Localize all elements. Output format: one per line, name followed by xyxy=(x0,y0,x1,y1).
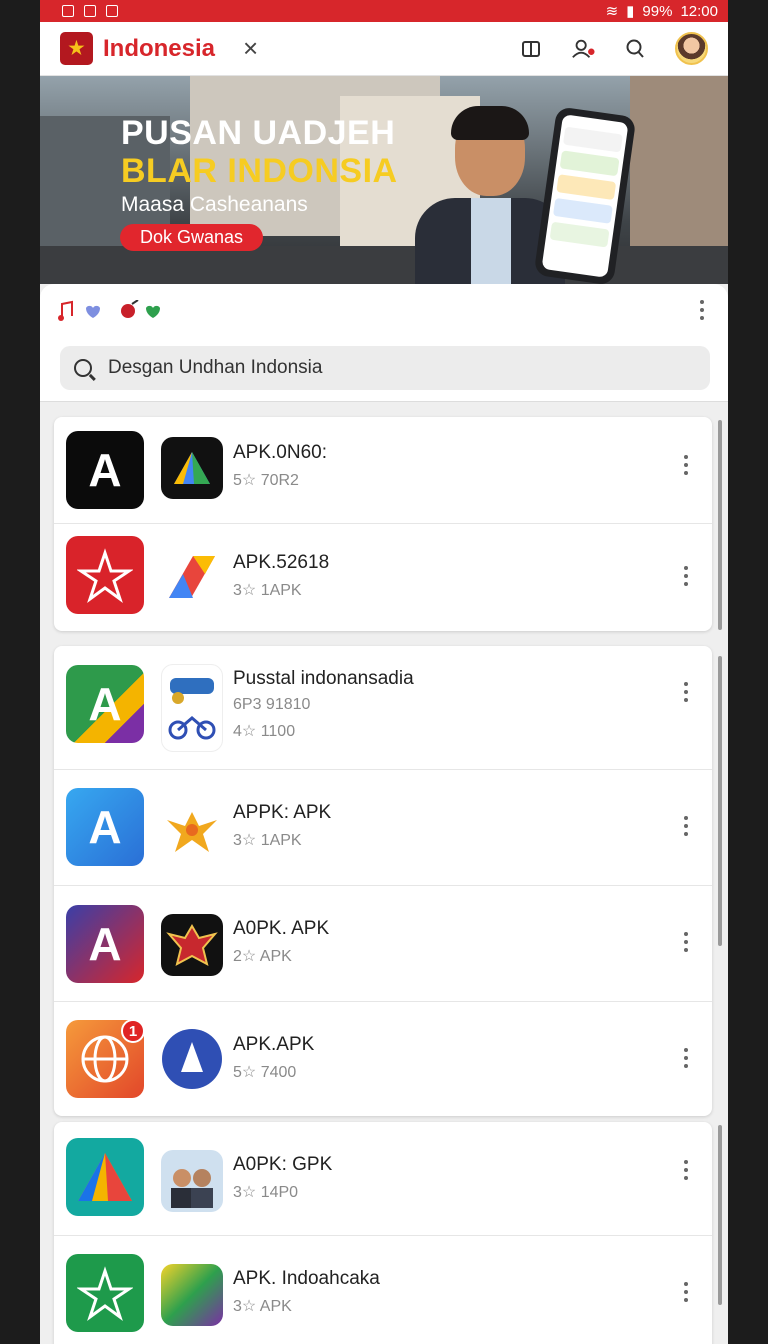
wifi-icon: ≋ xyxy=(605,3,619,20)
promo-banner[interactable]: PUSAN UADJEH BLAR INDONSIA Maasa Cashean… xyxy=(40,76,728,284)
app-card: A Pusstal indonansadia 6P3 91810 4☆ 1100… xyxy=(54,646,712,1116)
app-rating: 5☆ 7400 xyxy=(233,1064,297,1081)
banner-subtitle: Maasa Casheanans xyxy=(121,193,308,216)
app-title: A0PK: GPK xyxy=(233,1154,333,1175)
green-star-app-icon xyxy=(66,1254,144,1332)
app-rating: 3☆ APK xyxy=(233,1298,292,1315)
phone-screen: ≋ ▮ 99% 12:00 ★ Indonesia × PUSAN UADJEH… xyxy=(40,0,728,1344)
scrollbar[interactable] xyxy=(718,420,722,630)
banner-button[interactable]: Dok Gwanas xyxy=(120,224,264,251)
chip-row xyxy=(40,284,728,328)
colorful-a-app-icon: A xyxy=(66,905,144,983)
search-icon[interactable] xyxy=(623,37,647,61)
scrollbar[interactable] xyxy=(718,656,722,946)
app-bar: ★ Indonesia × xyxy=(40,22,728,76)
drive-triangle-icon xyxy=(161,437,223,499)
row-more-button[interactable] xyxy=(684,1282,690,1302)
search-input[interactable]: Desgan Undhan Indonsia xyxy=(108,357,322,379)
app-title: Indonesia xyxy=(103,34,216,62)
search-icon xyxy=(74,359,92,377)
notification-badge: 1 xyxy=(121,1019,145,1043)
row-more-button[interactable] xyxy=(684,1048,690,1068)
search-field[interactable]: Desgan Undhan Indonsia xyxy=(60,346,710,390)
app-row[interactable]: A Pusstal indonansadia 6P3 91810 4☆ 1100 xyxy=(54,646,712,770)
garuda-red-icon xyxy=(161,914,223,976)
toy-app-icon xyxy=(161,664,223,752)
sim-icon xyxy=(62,5,74,17)
green-a-app-icon: A xyxy=(66,665,144,743)
blue-compass-icon xyxy=(161,1028,223,1090)
close-button[interactable]: × xyxy=(243,33,258,64)
app-title: APK.APK xyxy=(233,1034,315,1055)
row-more-button[interactable] xyxy=(684,566,690,586)
app-row[interactable]: APK.52618 3☆ 1APK xyxy=(54,524,712,631)
sheet-more-button[interactable] xyxy=(700,300,706,320)
signal-icon: ▮ xyxy=(626,3,635,20)
app-version: 6P3 91810 xyxy=(233,696,311,713)
app-rating: 5☆ 70R2 xyxy=(233,472,299,489)
app-title: APK.0N60: xyxy=(233,442,327,463)
app-rating: 4☆ 1100 xyxy=(233,723,296,740)
search-sheet: Desgan Undhan Indonsia xyxy=(40,284,728,402)
app-rating: 2☆ APK xyxy=(233,948,292,965)
app-row[interactable]: 1 APK.APK 5☆ 7400 xyxy=(54,1002,712,1116)
garuda-gold-icon xyxy=(161,798,223,860)
app-card: A APK.0N60: 5☆ 70R2 APK.52618 3☆ 1APK xyxy=(54,417,712,631)
avatar[interactable] xyxy=(675,32,708,65)
app-title: APK.52618 xyxy=(233,552,330,573)
pin-heart-icon[interactable] xyxy=(118,299,166,328)
app-logo-a-icon: A xyxy=(66,431,144,509)
group-photo-icon xyxy=(161,1150,223,1212)
app-title: A0PK. APK xyxy=(233,918,330,939)
row-more-button[interactable] xyxy=(684,682,690,702)
music-heart-icon[interactable] xyxy=(56,300,104,328)
battery-level: 99% xyxy=(642,2,673,20)
star-app-icon xyxy=(66,536,144,614)
clock: 12:00 xyxy=(680,2,718,20)
app-row[interactable]: A0PK: GPK 3☆ 14P0 xyxy=(54,1122,712,1236)
app-card: A0PK: GPK 3☆ 14P0 APK. Indoahcaka 3☆ APK xyxy=(54,1122,712,1344)
app-rating: 3☆ 14P0 xyxy=(233,1184,299,1201)
app-rating: 3☆ 1APK xyxy=(233,832,302,849)
mail-icon xyxy=(106,5,118,17)
app-title: Pusstal indonansadia xyxy=(233,668,414,689)
globe-app-icon: 1 xyxy=(66,1019,145,1098)
drive-color-icon xyxy=(66,1138,144,1216)
blue-a-app-icon: A xyxy=(66,788,144,866)
banner-title: PUSAN UADJEH BLAR INDONSIA xyxy=(121,114,398,190)
app-rating: 3☆ 1APK xyxy=(233,582,302,599)
account-notify-icon[interactable] xyxy=(571,37,595,61)
row-more-button[interactable] xyxy=(684,1160,690,1180)
app-row[interactable]: A APK.0N60: 5☆ 70R2 xyxy=(54,417,712,524)
colorful-app-icon xyxy=(161,1264,223,1326)
app-row[interactable]: A APPK: APK 3☆ 1APK xyxy=(54,770,712,886)
status-bar: ≋ ▮ 99% 12:00 xyxy=(40,0,728,22)
app-row[interactable]: APK. Indoahcaka 3☆ APK xyxy=(54,1236,712,1344)
row-more-button[interactable] xyxy=(684,816,690,836)
app-title: APK. Indoahcaka xyxy=(233,1268,380,1289)
row-more-button[interactable] xyxy=(684,455,690,475)
scrollbar[interactable] xyxy=(718,1125,722,1305)
multicolor-app-icon xyxy=(161,546,223,608)
app-logo: ★ xyxy=(60,32,93,65)
message-icon xyxy=(84,5,96,17)
app-title: APPK: APK xyxy=(233,802,332,823)
app-row[interactable]: A A0PK. APK 2☆ APK xyxy=(54,886,712,1002)
row-more-button[interactable] xyxy=(684,932,690,952)
book-icon[interactable] xyxy=(519,37,543,61)
